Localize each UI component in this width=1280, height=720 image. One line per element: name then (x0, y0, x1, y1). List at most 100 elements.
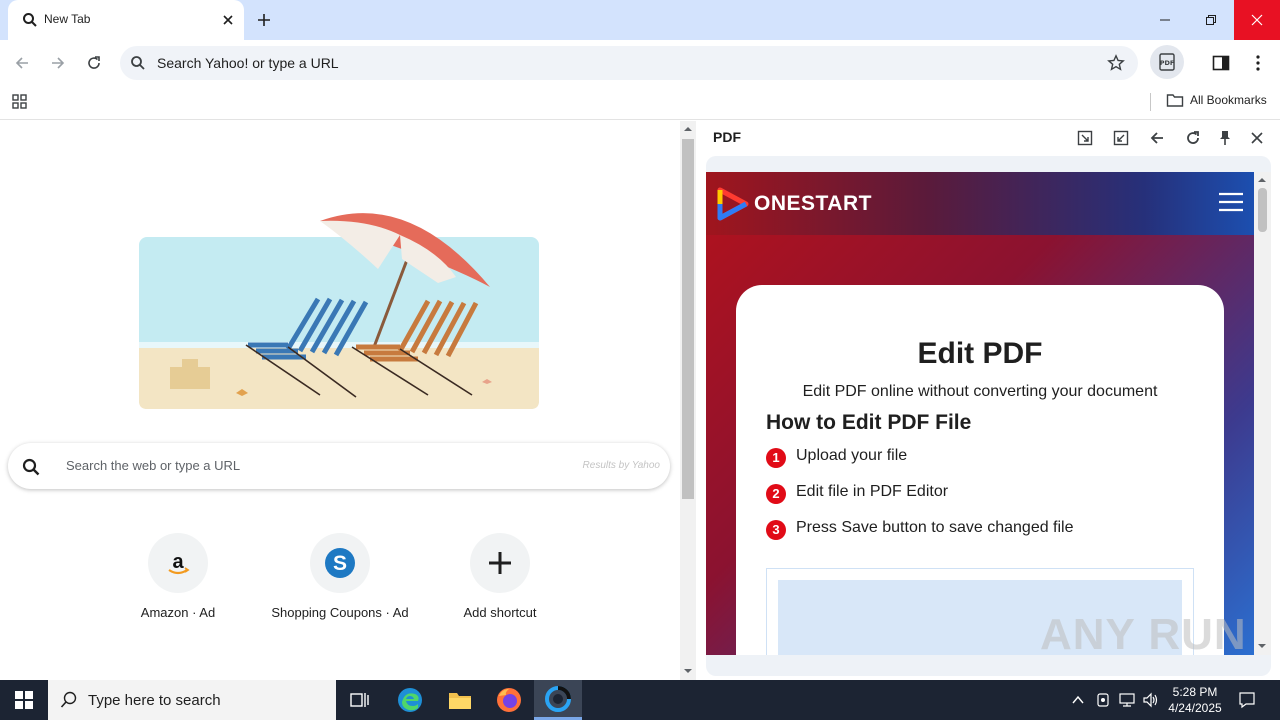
taskbar-search-placeholder: Type here to search (88, 692, 221, 709)
bookmark-star-icon[interactable] (1107, 54, 1125, 72)
reload-button[interactable] (81, 50, 107, 76)
edge-icon (398, 688, 422, 712)
apps-grid-icon[interactable] (11, 93, 29, 111)
shortcut-label: Add shortcut (463, 605, 537, 620)
onestart-header: ONESTART (706, 172, 1254, 235)
side-panel-title: PDF (713, 129, 741, 145)
expand-icon (1113, 130, 1129, 146)
step-item: 3 Press Save button to save changed file (766, 519, 1074, 540)
step-text: Edit file in PDF Editor (796, 483, 949, 500)
forward-button[interactable] (45, 50, 71, 76)
open-external-icon (1077, 130, 1093, 146)
tab-new-tab[interactable]: New Tab (8, 0, 244, 40)
folder-icon (449, 693, 471, 709)
side-panel-back-button[interactable] (1146, 127, 1168, 149)
edit-pdf-card: Edit PDF Edit PDF online without convert… (736, 285, 1224, 655)
close-icon (1251, 132, 1263, 144)
side-panel-scrollbar[interactable] (1254, 172, 1271, 655)
taskbar: Type here to search 5:28 PM 4/24/2025 (0, 680, 1280, 720)
pdf-extension-button[interactable]: PDF (1150, 45, 1184, 79)
shortcut-shopping-coupons[interactable]: S Shopping Coupons · Ad (270, 533, 410, 620)
task-view-icon (350, 693, 369, 707)
plus-icon (470, 533, 530, 593)
clock-date: 4/24/2025 (1168, 701, 1222, 715)
onestart-logo-icon[interactable] (716, 186, 750, 222)
address-placeholder: Search Yahoo! or type a URL (157, 55, 339, 71)
taskbar-search[interactable]: Type here to search (48, 680, 336, 720)
onestart-brand[interactable]: ONESTART (754, 192, 872, 216)
step-number: 3 (766, 520, 786, 540)
toolbar: Search Yahoo! or type a URL PDF (0, 40, 1280, 86)
ntp-search-placeholder: Search the web or type a URL (66, 458, 241, 473)
shortcut-add[interactable]: Add shortcut (430, 533, 570, 620)
volume-icon[interactable] (1142, 692, 1160, 708)
expand-button[interactable] (1110, 127, 1132, 149)
hamburger-menu-icon[interactable] (1218, 192, 1244, 212)
notification-icon[interactable] (1238, 691, 1256, 709)
chevron-up-icon[interactable] (1071, 693, 1085, 707)
shortcut-label: Amazon · Ad (140, 605, 216, 620)
title-bar: New Tab (0, 0, 1280, 40)
taskbar-onestart[interactable] (534, 680, 582, 720)
forward-arrow-icon (52, 57, 65, 69)
reload-icon (1187, 131, 1199, 144)
bookmarks-bar: All Bookmarks (0, 86, 1280, 120)
svg-text:PDF: PDF (1160, 59, 1175, 67)
back-arrow-icon (1150, 132, 1163, 144)
task-view-button[interactable] (336, 680, 384, 720)
beach-illustration (139, 213, 539, 409)
side-panel-reload-button[interactable] (1182, 127, 1204, 149)
step-text: Press Save button to save changed file (796, 519, 1074, 536)
onestart-page: ONESTART Edit PDF Edit PDF online withou… (706, 172, 1254, 655)
restore-button[interactable] (1188, 0, 1234, 40)
firefox-icon (497, 688, 521, 712)
ntp-search-box[interactable]: Search the web or type a URL Results by … (8, 443, 670, 489)
divider (1150, 93, 1151, 111)
scroll-down-icon[interactable] (1258, 642, 1266, 650)
side-panel-content: ONESTART Edit PDF Edit PDF online withou… (706, 156, 1271, 676)
scroll-down-icon[interactable] (684, 667, 692, 675)
taskbar-firefox[interactable] (485, 680, 533, 720)
pin-button[interactable] (1214, 127, 1236, 149)
step-item: 2 Edit file in PDF Editor (766, 483, 948, 504)
edit-pdf-subtitle: Edit PDF online without converting your … (802, 383, 1158, 400)
taskbar-file-explorer[interactable] (436, 680, 484, 720)
all-bookmarks-label: All Bookmarks (1190, 93, 1267, 107)
search-icon (22, 458, 40, 476)
shortcut-amazon[interactable]: a Amazon · Ad (108, 533, 248, 620)
address-bar[interactable]: Search Yahoo! or type a URL (120, 46, 1138, 80)
menu-kebab-icon[interactable] (1250, 54, 1266, 72)
new-tab-button[interactable] (254, 10, 274, 30)
minimize-button[interactable] (1142, 0, 1188, 40)
side-panel-close-button[interactable] (1246, 127, 1268, 149)
taskbar-edge[interactable] (386, 680, 434, 720)
close-tab-icon[interactable] (218, 10, 238, 30)
scroll-up-icon[interactable] (1258, 176, 1266, 184)
page-scrollbar[interactable] (680, 121, 696, 680)
meet-now-icon[interactable] (1095, 692, 1111, 708)
taskbar-clock[interactable]: 5:28 PM 4/24/2025 (1160, 684, 1230, 716)
new-tab-page: Search the web or type a URL Results by … (0, 121, 680, 680)
back-arrow-icon (15, 57, 28, 69)
side-panel: PDF ONESTART Edit PDF Edit PDF online wi… (697, 121, 1280, 680)
scrollbar-thumb[interactable] (682, 139, 694, 499)
scrollbar-thumb[interactable] (1258, 188, 1267, 232)
network-icon[interactable] (1118, 692, 1136, 708)
start-button[interactable] (0, 680, 48, 720)
svg-text:S: S (333, 552, 347, 575)
close-window-button[interactable] (1234, 0, 1280, 40)
clock-time: 5:28 PM (1172, 685, 1218, 699)
folder-icon (1166, 94, 1184, 107)
open-in-tab-button[interactable] (1074, 127, 1096, 149)
shortcut-label: Shopping Coupons · Ad (271, 605, 409, 620)
search-icon (60, 691, 77, 708)
step-item: 1 Upload your file (766, 447, 907, 468)
edit-pdf-heading: Edit PDF (917, 337, 1043, 370)
scroll-up-icon[interactable] (684, 125, 692, 133)
pdf-icon: PDF (1159, 53, 1175, 71)
windows-logo-icon (15, 691, 33, 709)
close-icon (1251, 14, 1263, 26)
reload-icon (88, 56, 100, 69)
back-button[interactable] (9, 50, 35, 76)
side-panel-icon[interactable] (1212, 54, 1230, 72)
